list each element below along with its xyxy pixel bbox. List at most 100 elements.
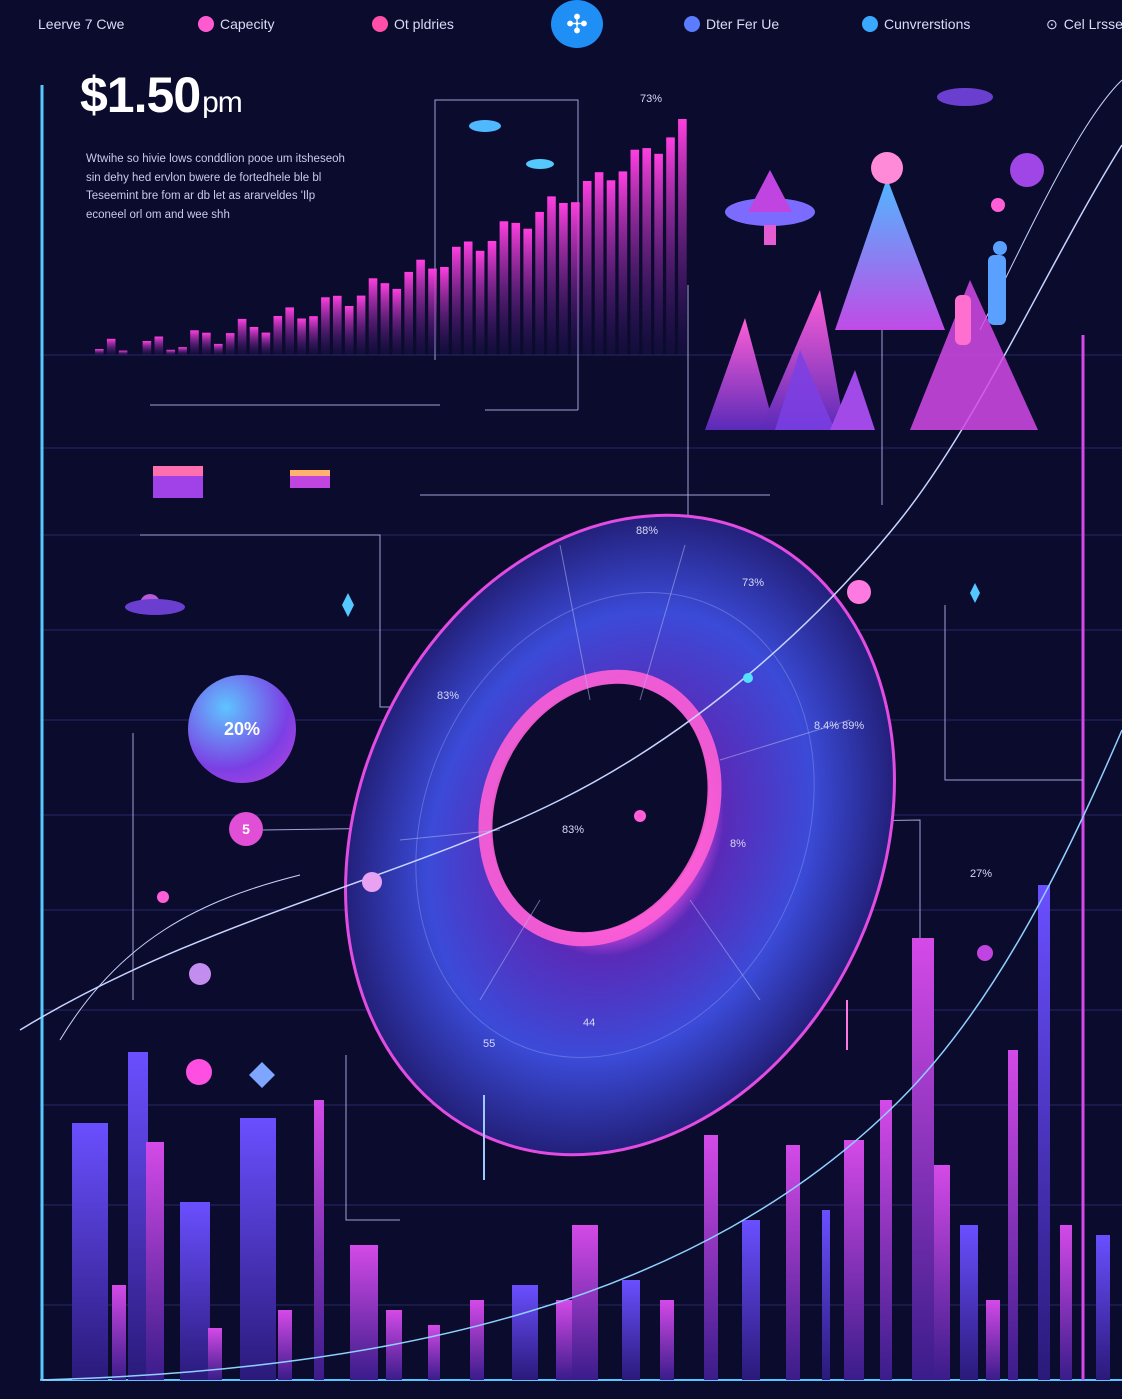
decor-bar: [556, 1300, 572, 1380]
decor-bar: [428, 268, 437, 355]
decor-bar: [559, 203, 568, 355]
decor-bar: [146, 1142, 164, 1380]
decor-bar: [297, 318, 306, 355]
legend-item-capacity[interactable]: Capecity: [198, 12, 274, 36]
decor-bar: [1096, 1235, 1110, 1380]
legend-label: Ot pldries: [394, 16, 454, 32]
decor-bar: [321, 297, 330, 355]
decor-bar: [571, 202, 580, 355]
legend-dot-icon: [372, 16, 388, 32]
decor-bar: [511, 222, 521, 355]
legend-item-5[interactable]: Cunvrerstions: [862, 12, 970, 36]
decor-bar: [470, 1300, 484, 1380]
legend-label: Cel Lrsse: [1063, 16, 1122, 32]
decor-bar: [622, 1280, 640, 1380]
decor-bar: [416, 259, 425, 355]
decor-bar: [128, 1052, 148, 1380]
legend-label: Leerve 7 Cwe: [38, 16, 125, 32]
decor-bar: [261, 332, 271, 355]
legend-label: Cunvrerstions: [884, 16, 971, 32]
decor-bar: [404, 271, 413, 355]
location-pin-icon: ⊙: [1046, 15, 1058, 32]
label-ring-lower-left: 55: [483, 1038, 496, 1050]
decor-bar: [380, 283, 390, 355]
decor-bar: [392, 288, 402, 355]
label-ring-top: 88%: [636, 525, 659, 537]
legend-item-3[interactable]: Ot pldries: [372, 12, 454, 36]
decor-bar: [344, 306, 354, 355]
decor-bar: [742, 1220, 760, 1380]
decor-bar: [72, 1123, 108, 1380]
decor-bar: [822, 1210, 830, 1380]
decor-bar: [249, 327, 259, 355]
decor-bar: [106, 338, 116, 355]
decor-bar: [95, 349, 104, 355]
decor-bar: [285, 307, 294, 355]
decor-bar: [190, 330, 199, 355]
count-bubble: 5: [229, 812, 263, 846]
decor-bar: [118, 350, 128, 355]
hub-icon[interactable]: ✣: [551, 0, 603, 48]
top-legend: Leerve 7 Cwe Capecity Ot pldries ✣ Dter …: [0, 0, 1122, 48]
legend-dot-icon: [198, 16, 214, 32]
legend-label: Capecity: [220, 16, 275, 32]
label-right-mid: 27%: [970, 868, 993, 880]
label-ring-right: 8.4% 89%: [814, 720, 865, 732]
decor-bar: [678, 119, 687, 355]
headline-price: $1.50pm: [80, 66, 243, 124]
decor-bar: [654, 153, 663, 355]
legend-item-6[interactable]: ⊙ Cel Lrsse: [1046, 12, 1122, 36]
decor-bar: [350, 1245, 378, 1380]
decor-bar: [180, 1202, 210, 1380]
decor-bar: [314, 1100, 324, 1380]
legend-dot-icon: [862, 16, 878, 32]
price-unit: pm: [202, 86, 243, 119]
decor-bar: [452, 246, 461, 355]
decor-bar: [880, 1100, 892, 1380]
label-top: 73%: [640, 93, 663, 105]
decor-bar: [1008, 1050, 1018, 1380]
label-ring-lower: 44: [583, 1017, 596, 1029]
decor-bar: [606, 180, 616, 355]
decor-bar: [786, 1145, 800, 1380]
decor-bar: [225, 333, 235, 355]
decor-bar: [273, 316, 283, 355]
decor-bar: [960, 1225, 978, 1380]
decor-bar: [309, 316, 318, 355]
decor-bar: [487, 241, 497, 355]
label-ring-upper: 73%: [742, 577, 765, 589]
price-value: $1.50: [80, 67, 201, 123]
decor-bar: [475, 250, 485, 355]
decor-bar: [112, 1285, 126, 1380]
decor-bar: [512, 1285, 538, 1380]
infographic-canvas: Leerve 7 Cwe Capecity Ot pldries ✣ Dter …: [0, 0, 1122, 1399]
decor-bar: [618, 171, 628, 355]
decor-bar: [166, 349, 175, 355]
percent-bubble: 20%: [188, 675, 296, 783]
legend-item-1[interactable]: Leerve 7 Cwe: [38, 12, 124, 36]
decor-bar: [912, 938, 934, 1380]
decor-bar: [499, 221, 509, 355]
decor-bar: [237, 318, 247, 355]
decor-bar: [240, 1118, 276, 1380]
decor-bar: [214, 343, 223, 355]
decor-bar: [535, 211, 544, 355]
decor-bar: [934, 1165, 950, 1380]
legend-item-4[interactable]: Dter Fer Ue: [684, 12, 779, 36]
decor-bar: [1038, 885, 1050, 1380]
decor-bar: [463, 241, 473, 355]
decor-bar: [666, 137, 675, 355]
decor-bar: [594, 172, 604, 355]
decor-bar: [1060, 1225, 1072, 1380]
decor-bar: [356, 295, 366, 355]
decor-bar: [154, 336, 164, 355]
decor-bar: [660, 1300, 674, 1380]
label-ring-inner-right: 8%: [730, 838, 746, 850]
decor-bar: [986, 1300, 1000, 1380]
decor-bar: [630, 149, 640, 355]
decor-bar: [142, 341, 152, 355]
decor-bar: [572, 1225, 598, 1380]
decor-bar: [208, 1328, 222, 1380]
decor-bar: [523, 228, 532, 355]
decor-bar: [178, 347, 187, 355]
